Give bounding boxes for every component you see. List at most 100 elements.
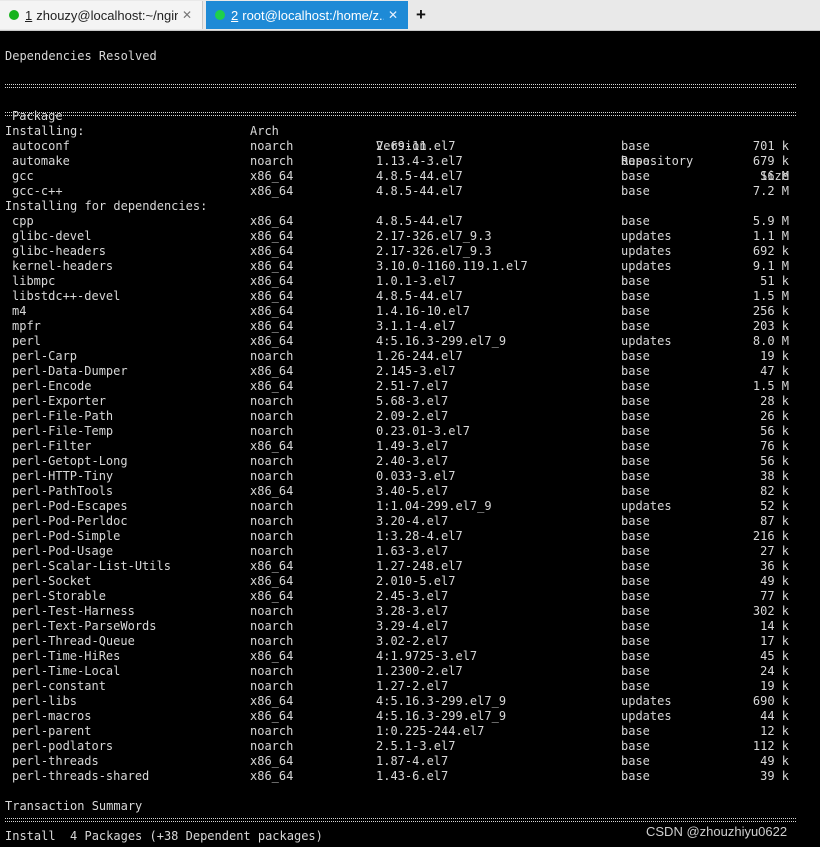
- package-arch: x86_64: [250, 214, 294, 228]
- package-name: cpp: [12, 214, 34, 228]
- package-version: 4:5.16.3-299.el7_9: [376, 709, 507, 723]
- package-name: perl-Thread-Queue: [12, 634, 135, 648]
- package-name: perl-File-Temp: [12, 424, 114, 438]
- package-size: 216 k: [752, 529, 789, 543]
- package-name: perl-Storable: [12, 589, 106, 603]
- table-row: kernel-headers x86_64 3.10.0-1160.119.1.el…: [0, 259, 820, 274]
- package-arch: noarch: [250, 679, 294, 693]
- dependencies-label: Installing for dependencies:: [5, 199, 208, 213]
- package-repository: base: [621, 409, 650, 423]
- package-arch: x86_64: [250, 289, 294, 303]
- package-repository: base: [621, 544, 650, 558]
- tab-session-2[interactable]: 2 root@localhost:/home/z... ✕: [206, 1, 408, 29]
- package-repository: base: [621, 754, 650, 768]
- package-repository: base: [621, 574, 650, 588]
- package-repository: base: [621, 184, 650, 198]
- terminal-output[interactable]: Dependencies Resolved Package Arch Versi…: [0, 31, 820, 847]
- package-arch: noarch: [250, 544, 294, 558]
- package-name: perl-Pod-Perldoc: [12, 514, 128, 528]
- package-size: 19 k: [760, 679, 789, 693]
- package-name: glibc-headers: [12, 244, 106, 258]
- package-name: perl-parent: [12, 724, 92, 738]
- package-version: 4:1.9725-3.el7: [376, 649, 478, 663]
- package-size: 692 k: [752, 244, 789, 258]
- package-repository: base: [621, 379, 650, 393]
- package-version: 2.17-326.el7_9.3: [376, 229, 492, 243]
- package-arch: x86_64: [250, 589, 294, 603]
- tab-title: root@localhost:/home/z...: [242, 7, 384, 23]
- package-repository: base: [621, 604, 650, 618]
- package-repository: updates: [621, 694, 672, 708]
- table-row: libmpc x86_64 1.0.1-3.el7 base 51 k: [0, 274, 820, 289]
- package-size: 19 k: [760, 349, 789, 363]
- package-repository: base: [621, 454, 650, 468]
- package-version: 4:5.16.3-299.el7_9: [376, 694, 507, 708]
- package-version: 3.29-4.el7: [376, 619, 449, 633]
- package-size: 5.9 M: [752, 214, 789, 228]
- package-name: perl-Socket: [12, 574, 92, 588]
- table-row: mpfr x86_64 3.1.1-4.el7 base 203 k: [0, 319, 820, 334]
- close-icon[interactable]: ✕: [384, 8, 402, 22]
- table-row: perl-threads x86_64 1.87-4.el7 base 49 k: [0, 754, 820, 769]
- package-arch: x86_64: [250, 754, 294, 768]
- package-arch: noarch: [250, 469, 294, 483]
- package-version: 4.8.5-44.el7: [376, 214, 463, 228]
- package-name: perl-threads-shared: [12, 769, 150, 783]
- package-version: 5.68-3.el7: [376, 394, 449, 408]
- package-arch: noarch: [250, 529, 294, 543]
- table-row: perl-Pod-Perldoc noarch 3.20-4.el7 base 87 k: [0, 514, 820, 529]
- package-version: 2.5.1-3.el7: [376, 739, 456, 753]
- table-row: perl-Thread-Queue noarch 3.02-2.el7 base 17 …: [0, 634, 820, 649]
- package-arch: x86_64: [250, 439, 294, 453]
- package-size: 45 k: [760, 649, 789, 663]
- package-repository: base: [621, 529, 650, 543]
- package-name: perl-Time-HiRes: [12, 649, 121, 663]
- package-size: 7.2 M: [752, 184, 789, 198]
- table-row: perl-Encode x86_64 2.51-7.el7 base 1.5 M: [0, 379, 820, 394]
- add-tab-button[interactable]: +: [411, 3, 431, 27]
- package-name: perl-Scalar-List-Utils: [12, 559, 171, 573]
- package-name: perl-Pod-Simple: [12, 529, 121, 543]
- package-size: 701 k: [752, 139, 789, 153]
- package-arch: x86_64: [250, 274, 294, 288]
- package-version: 1.0.1-3.el7: [376, 274, 456, 288]
- package-version: 1.4.16-10.el7: [376, 304, 470, 318]
- package-repository: base: [621, 619, 650, 633]
- table-row: perl-Text-ParseWords noarch 3.29-4.el7 base…: [0, 619, 820, 634]
- package-name: autoconf: [12, 139, 70, 153]
- package-version: 1.43-6.el7: [376, 769, 449, 783]
- package-repository: base: [621, 274, 650, 288]
- package-size: 49 k: [760, 574, 789, 588]
- table-row: perl-libs x86_64 4:5.16.3-299.el7_9 updates…: [0, 694, 820, 709]
- package-size: 76 k: [760, 439, 789, 453]
- package-arch: x86_64: [250, 304, 294, 318]
- package-version: 4.8.5-44.el7: [376, 289, 463, 303]
- tab-session-1[interactable]: 1 zhouzy@localhost:~/ngin... ✕: [0, 1, 203, 29]
- table-row: automake noarch 1.13.4-3.el7 base 679 k: [0, 154, 820, 169]
- connected-status-icon: [215, 10, 225, 20]
- package-size: 77 k: [760, 589, 789, 603]
- tab-number: 2: [231, 7, 239, 23]
- package-version: 3.40-5.el7: [376, 484, 449, 498]
- package-name: perl-podlators: [12, 739, 114, 753]
- package-name: perl-Pod-Usage: [12, 544, 114, 558]
- package-arch: x86_64: [250, 184, 294, 198]
- package-name: gcc-c++: [12, 184, 63, 198]
- package-arch: x86_64: [250, 574, 294, 588]
- close-icon[interactable]: ✕: [178, 8, 196, 22]
- package-arch: x86_64: [250, 649, 294, 663]
- package-repository: base: [621, 514, 650, 528]
- package-arch: x86_64: [250, 319, 294, 333]
- package-arch: noarch: [250, 634, 294, 648]
- package-repository: base: [621, 319, 650, 333]
- table-row: perl-PathTools x86_64 3.40-5.el7 base 82 k: [0, 484, 820, 499]
- package-repository: base: [621, 304, 650, 318]
- package-version: 2.69-11.el7: [376, 139, 456, 153]
- connected-status-icon: [9, 10, 19, 20]
- table-row: perl-constant noarch 1.27-2.el7 base 19 k: [0, 679, 820, 694]
- package-size: 690 k: [752, 694, 789, 708]
- package-size: 24 k: [760, 664, 789, 678]
- package-arch: x86_64: [250, 769, 294, 783]
- package-arch: noarch: [250, 409, 294, 423]
- package-version: 2.145-3.el7: [376, 364, 456, 378]
